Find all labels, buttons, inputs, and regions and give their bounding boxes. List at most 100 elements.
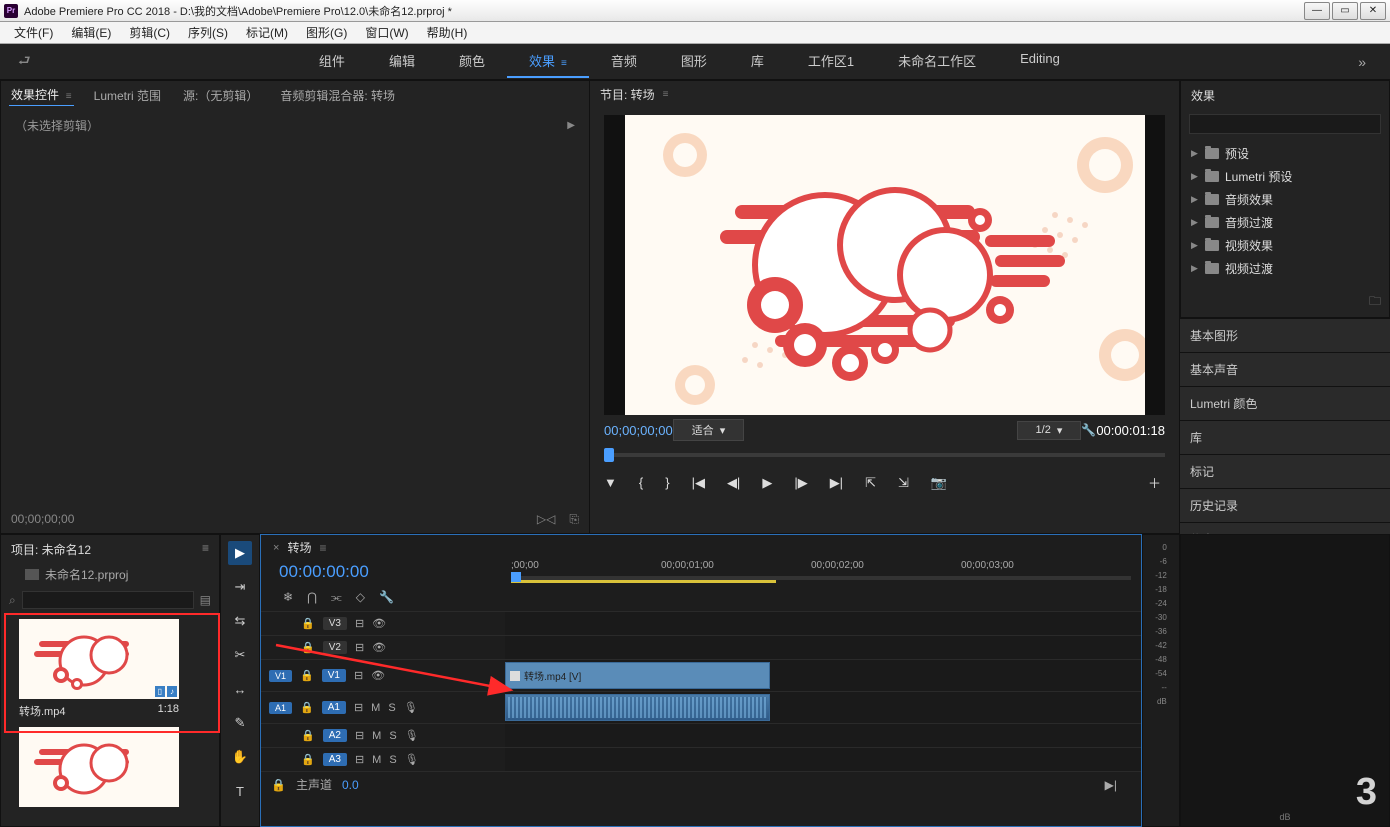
home-icon[interactable]: ⮐ (12, 50, 37, 74)
list-view-icon[interactable]: ▤ (200, 593, 211, 607)
effects-folder-video-fx[interactable]: ▶视频效果 (1185, 234, 1385, 257)
fit-dropdown[interactable]: 适合▾ (673, 419, 745, 441)
play-icon[interactable]: ▶ (762, 475, 772, 491)
step-forward-icon[interactable]: |▶ (794, 475, 807, 491)
eye-icon[interactable]: 👁 (372, 641, 386, 654)
workspace-tab-ws1[interactable]: 工作区1 (786, 45, 876, 78)
resolution-dropdown[interactable]: 1/2▾ (1017, 421, 1082, 440)
sync-lock-icon[interactable]: ⊟ (354, 669, 363, 682)
solo-icon[interactable]: S (388, 702, 395, 714)
workspace-overflow[interactable]: » (1342, 54, 1382, 70)
panel-menu-icon[interactable]: ≡ (663, 89, 669, 100)
tab-audio-mixer[interactable]: 音频剪辑混合器: 转场 (278, 83, 397, 106)
effects-search-input[interactable] (1189, 114, 1381, 134)
sync-lock-icon[interactable]: ⊟ (354, 701, 363, 714)
export-frame-icon[interactable]: ⎘ (569, 512, 579, 527)
mute-icon[interactable]: M (371, 702, 380, 714)
step-back-icon[interactable]: ◀| (727, 475, 740, 491)
clip-card-2[interactable] (9, 727, 189, 807)
program-tc-current[interactable]: 00;00;00;00 (604, 423, 673, 438)
minimize-button[interactable]: — (1304, 2, 1330, 20)
go-to-out-icon[interactable]: ▶| (830, 475, 843, 491)
hand-tool-icon[interactable]: ✋ (228, 745, 252, 769)
disclosure-icon[interactable]: ▶ (567, 120, 575, 131)
maximize-button[interactable]: ▭ (1332, 2, 1358, 20)
menu-file[interactable]: 文件(F) (6, 22, 61, 43)
eye-icon[interactable]: 👁 (371, 669, 385, 682)
workspace-tab-assembly[interactable]: 组件 (297, 45, 367, 78)
menu-edit[interactable]: 编辑(E) (63, 22, 119, 43)
lock-icon[interactable]: 🔒 (301, 617, 315, 630)
type-tool-icon[interactable]: T (228, 779, 252, 803)
markers-icon[interactable]: ◇ (356, 590, 365, 605)
timeline-timecode[interactable]: 00:00:00:00 (271, 560, 401, 588)
export-frame-icon[interactable]: 📷 (931, 475, 947, 491)
workspace-tab-graphics[interactable]: 图形 (659, 45, 729, 78)
lock-icon[interactable]: 🔒 (301, 753, 315, 766)
sync-lock-icon[interactable]: ⊟ (355, 753, 364, 766)
track-select-tool-icon[interactable]: ⇥ (228, 575, 252, 599)
tab-effect-controls[interactable]: 效果控件 ≡ (9, 82, 74, 106)
effects-folder-audio-trans[interactable]: ▶音频过渡 (1185, 211, 1385, 234)
lock-icon[interactable]: 🔒 (271, 778, 286, 792)
lock-icon[interactable]: 🔒 (300, 701, 314, 714)
menu-sequence[interactable]: 序列(S) (180, 22, 236, 43)
mark-in-icon[interactable]: { (639, 475, 643, 490)
menu-marker[interactable]: 标记(M) (238, 22, 296, 43)
panel-menu-icon[interactable]: ≡ (202, 541, 209, 558)
ripple-edit-tool-icon[interactable]: ⇆ (228, 609, 252, 633)
settings-wrench-icon[interactable]: 🔧 (379, 590, 394, 605)
sync-lock-icon[interactable]: ⊟ (355, 617, 364, 630)
panel-history[interactable]: 历史记录 (1180, 488, 1390, 522)
settings-icon[interactable]: 🔧 (1081, 423, 1096, 437)
selection-tool-icon[interactable]: ▶ (228, 541, 252, 565)
go-to-in-icon[interactable]: |◀ (692, 475, 705, 491)
menu-window[interactable]: 窗口(W) (357, 22, 416, 43)
menu-graphics[interactable]: 图形(G) (298, 22, 355, 43)
panel-essential-sound[interactable]: 基本声音 (1180, 352, 1390, 386)
effects-folder-video-trans[interactable]: ▶视频过渡 (1185, 257, 1385, 280)
program-scrubber[interactable] (604, 445, 1165, 467)
sequence-name[interactable]: 转场 (287, 539, 311, 556)
workspace-tab-editing-cn[interactable]: 编辑 (367, 45, 437, 78)
project-search-input[interactable] (22, 591, 194, 609)
new-bin-icon[interactable]: 🗀 (1369, 292, 1381, 313)
panel-essential-graphics[interactable]: 基本图形 (1180, 318, 1390, 352)
menu-clip[interactable]: 剪辑(C) (121, 22, 178, 43)
playhead[interactable] (511, 572, 521, 582)
add-marker-icon[interactable]: ▼ (604, 475, 617, 490)
panel-markers[interactable]: 标记 (1180, 454, 1390, 488)
close-button[interactable]: ✕ (1360, 2, 1386, 20)
button-editor-icon[interactable]: ＋ (1148, 473, 1161, 492)
effects-folder-audio-fx[interactable]: ▶音频效果 (1185, 188, 1385, 211)
workspace-tab-effects[interactable]: 效果≡ (507, 45, 589, 78)
razor-tool-icon[interactable]: ✂ (228, 643, 252, 667)
master-value[interactable]: 0.0 (342, 778, 359, 792)
sync-lock-icon[interactable]: ⊟ (355, 729, 364, 742)
workspace-tab-libraries[interactable]: 库 (729, 45, 786, 78)
effects-folder-presets[interactable]: ▶预设 (1185, 142, 1385, 165)
video-clip-block[interactable]: 转场.mp4 [V] (505, 662, 770, 689)
pen-tool-icon[interactable]: ✎ (228, 711, 252, 735)
audio-clip-block[interactable] (505, 694, 770, 721)
linked-selection-icon[interactable]: ⫘ (331, 590, 342, 605)
menu-help[interactable]: 帮助(H) (419, 22, 476, 43)
mark-out-icon[interactable]: } (665, 475, 669, 490)
magnet-icon[interactable]: ⋂ (307, 590, 317, 605)
panel-lumetri-color[interactable]: Lumetri 颜色 (1180, 386, 1390, 420)
snap-icon[interactable]: ❄ (283, 590, 293, 605)
program-viewer[interactable] (604, 115, 1165, 415)
loop-icon[interactable]: ▷◁ (537, 512, 555, 527)
clip-card-selected[interactable]: ▯♪ 转场.mp41:18 (9, 619, 189, 723)
lift-icon[interactable]: ⇱ (865, 475, 876, 491)
lock-icon[interactable]: 🔒 (301, 729, 315, 742)
tab-source-none[interactable]: 源:（无剪辑） (181, 83, 260, 106)
sync-lock-icon[interactable]: ⊟ (355, 641, 364, 654)
workspace-tab-color[interactable]: 颜色 (437, 45, 507, 78)
tab-lumetri-scopes[interactable]: Lumetri 范围 (92, 83, 163, 106)
panel-menu-icon[interactable]: ≡ (319, 541, 326, 555)
close-sequence-icon[interactable]: × (273, 542, 279, 554)
mic-icon[interactable]: 🎙 (404, 701, 418, 714)
lock-icon[interactable]: 🔒 (301, 641, 315, 654)
lock-icon[interactable]: 🔒 (300, 669, 314, 682)
